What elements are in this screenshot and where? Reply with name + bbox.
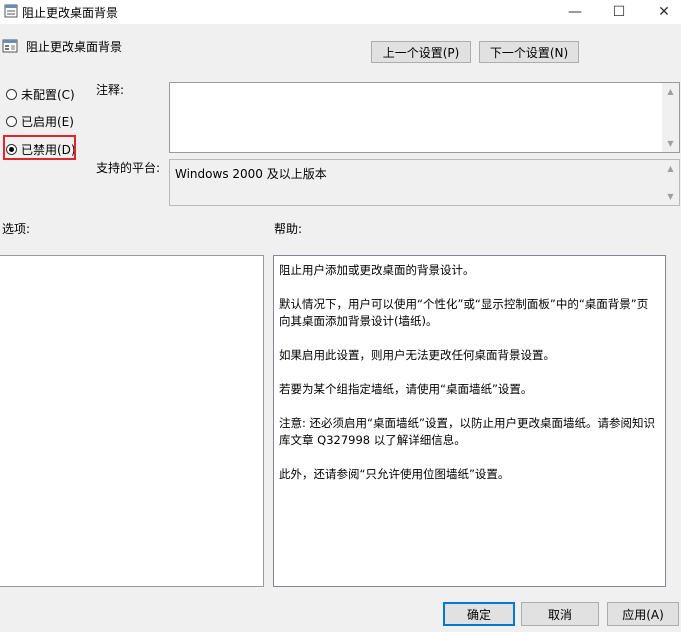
scroll-down-icon[interactable]: ▼	[662, 188, 679, 205]
help-paragraph: 阻止用户添加或更改桌面的背景设计。	[279, 263, 475, 277]
close-button[interactable]: ✕	[644, 0, 681, 24]
radio-circle-icon	[6, 116, 17, 127]
comment-label: 注释:	[96, 83, 125, 97]
scroll-down-icon[interactable]: ▼	[662, 135, 679, 152]
apply-button[interactable]: 应用(A)	[607, 602, 679, 626]
platform-scrollbar[interactable]: ▲ ▼	[662, 160, 679, 205]
help-paragraph: 默认情况下，用户可以使用“个性化”或“显示控制面板”中的“桌面背景”页向其桌面添…	[279, 297, 649, 328]
radio-enabled[interactable]: 已启用(E)	[6, 113, 74, 130]
ok-button[interactable]: 确定	[443, 602, 515, 626]
previous-setting-button[interactable]: 上一个设置(P)	[371, 41, 471, 63]
scroll-up-icon[interactable]: ▲	[662, 160, 679, 177]
radio-label: 未配置(C)	[21, 88, 75, 102]
platform-value: Windows 2000 及以上版本	[175, 167, 327, 181]
policy-icon	[2, 39, 18, 53]
help-paragraph: 如果启用此设置，则用户无法更改任何桌面背景设置。	[279, 348, 555, 362]
help-paragraph: 若要为某个组指定墙纸，请使用“桌面墙纸”设置。	[279, 382, 533, 396]
options-panel	[0, 255, 264, 587]
help-paragraph: 注意: 还必须启用“桌面墙纸”设置，以防止用户更改桌面墙纸。请参阅知识库文章 Q…	[279, 416, 655, 447]
minimize-button[interactable]: —	[555, 0, 595, 24]
policy-name: 阻止更改桌面背景	[26, 40, 123, 54]
platform-label: 支持的平台:	[96, 161, 161, 175]
window-title: 阻止更改桌面背景	[22, 6, 119, 20]
comment-scrollbar[interactable]: ▲ ▼	[662, 83, 679, 152]
help-label: 帮助:	[274, 222, 303, 236]
comment-textarea[interactable]: ▲ ▼	[169, 82, 680, 153]
radio-label: 已启用(E)	[21, 115, 74, 129]
radio-circle-icon	[6, 89, 17, 100]
cancel-button[interactable]: 取消	[521, 602, 599, 626]
help-text: 阻止用户添加或更改桌面的背景设计。 默认情况下，用户可以使用“个性化”或“显示控…	[279, 262, 657, 500]
scroll-up-icon[interactable]: ▲	[662, 83, 679, 100]
help-panel[interactable]: 阻止用户添加或更改桌面的背景设计。 默认情况下，用户可以使用“个性化”或“显示控…	[273, 255, 666, 587]
options-label: 选项:	[2, 222, 31, 236]
next-setting-button[interactable]: 下一个设置(N)	[479, 41, 579, 63]
policy-settings-icon	[4, 4, 18, 18]
radio-not-configured[interactable]: 未配置(C)	[6, 86, 75, 103]
maximize-button[interactable]: ☐	[599, 0, 639, 24]
help-paragraph: 此外，还请参阅“只允许使用位图墙纸”设置。	[279, 467, 510, 481]
highlight-box	[3, 135, 76, 160]
